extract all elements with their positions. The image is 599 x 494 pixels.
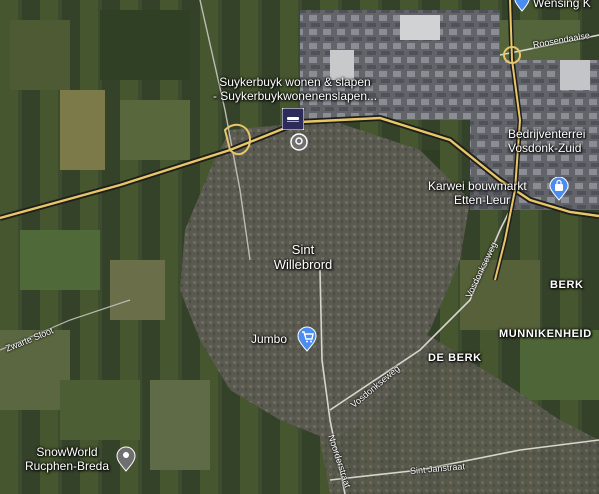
place-label-snowworld-line1: SnowWorld (36, 445, 98, 459)
place-label-sint-willebrord-line2: Willebrord (273, 257, 333, 272)
place-label-bedrijventerrein-line1: Bedrijventerrei (508, 127, 586, 141)
place-label-berk[interactable]: BERK (550, 278, 584, 292)
place-label-suykerbuyk[interactable]: Suykerbuyk wonen & slapen - Suykerbuykwo… (200, 75, 390, 103)
location-pin-icon[interactable] (290, 133, 308, 156)
place-label-jumbo[interactable]: Jumbo (251, 332, 287, 346)
place-label-snowworld[interactable]: SnowWorld Rucphen-Breda (12, 445, 122, 473)
place-label-karwei[interactable]: Karwei bouwmarkt Etten-Leur (428, 179, 527, 207)
place-label-de-berk[interactable]: DE BERK (428, 351, 482, 365)
place-label-wensing[interactable]: Wensing K (533, 0, 591, 10)
shopping-cart-icon[interactable] (297, 326, 317, 357)
place-label-munnikenheide[interactable]: MUNNIKENHEID (499, 327, 592, 341)
hotel-logo-icon[interactable] (281, 107, 305, 135)
place-label-snowworld-line2: Rucphen-Breda (24, 459, 110, 473)
location-pin-icon[interactable] (116, 446, 136, 477)
location-pin-icon[interactable] (514, 0, 530, 17)
place-label-bedrijventerrein-line2: Vosdonk-Zuid (508, 141, 582, 155)
place-label-karwei-line1: Karwei bouwmarkt (428, 179, 527, 193)
shopping-bag-icon[interactable] (549, 176, 569, 206)
place-label-bedrijventerrein[interactable]: Bedrijventerrei Vosdonk-Zuid (508, 127, 585, 155)
place-label-sint-willebrord-line1: Sint (291, 242, 315, 257)
place-label-karwei-line2: Etten-Leur (454, 193, 511, 207)
place-label-suykerbuyk-line2: - Suykerbuykwonenenslapen... (212, 89, 378, 103)
place-label-suykerbuyk-line1: Suykerbuyk wonen & slapen (219, 75, 371, 89)
place-label-sint-willebrord[interactable]: Sint Willebrord (253, 242, 353, 272)
satellite-map[interactable]: Suykerbuyk wonen & slapen - Suykerbuykwo… (0, 0, 599, 494)
